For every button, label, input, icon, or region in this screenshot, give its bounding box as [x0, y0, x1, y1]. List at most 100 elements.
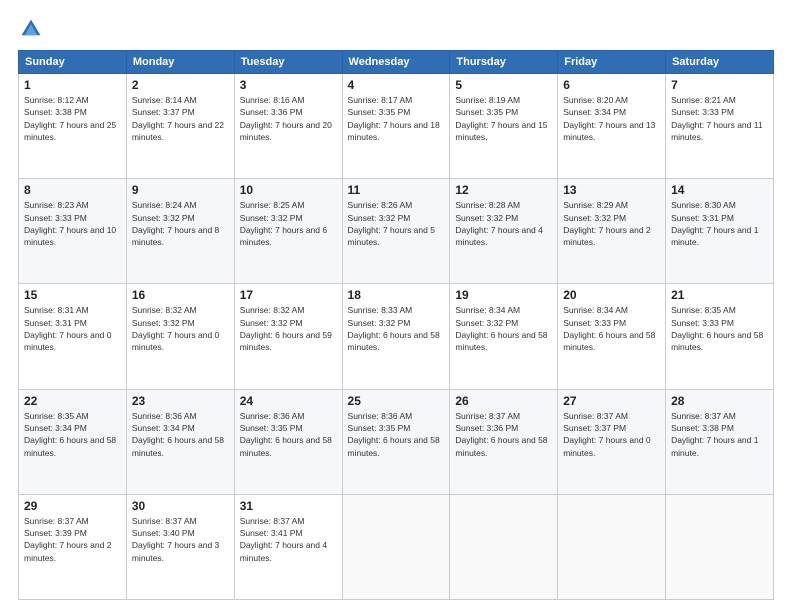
calendar-week-row: 15 Sunrise: 8:31 AMSunset: 3:31 PMDayligh… — [19, 284, 774, 389]
calendar-day-cell: 2 Sunrise: 8:14 AMSunset: 3:37 PMDaylight… — [126, 74, 234, 179]
calendar-day-cell: 11Sunrise: 8:26 AMSunset: 3:32 PMDayligh… — [342, 179, 450, 284]
day-detail: Sunrise: 8:37 AMSunset: 3:41 PMDaylight:… — [240, 515, 337, 564]
calendar-day-cell: 7 Sunrise: 8:21 AMSunset: 3:33 PMDaylight… — [666, 74, 774, 179]
calendar-day-cell: 28Sunrise: 8:37 AMSunset: 3:38 PMDayligh… — [666, 389, 774, 494]
day-detail: Sunrise: 8:34 AMSunset: 3:32 PMDaylight:… — [455, 304, 552, 353]
day-detail: Sunrise: 8:20 AMSunset: 3:34 PMDaylight:… — [563, 94, 660, 143]
day-detail: Sunrise: 8:31 AMSunset: 3:31 PMDaylight:… — [24, 304, 121, 353]
day-number: 20 — [563, 288, 660, 302]
day-number: 18 — [348, 288, 445, 302]
day-of-week-header: Tuesday — [234, 51, 342, 74]
day-detail: Sunrise: 8:30 AMSunset: 3:31 PMDaylight:… — [671, 199, 768, 248]
day-detail: Sunrise: 8:12 AMSunset: 3:38 PMDaylight:… — [24, 94, 121, 143]
day-detail: Sunrise: 8:37 AMSunset: 3:37 PMDaylight:… — [563, 410, 660, 459]
calendar-day-cell: 8 Sunrise: 8:23 AMSunset: 3:33 PMDaylight… — [19, 179, 127, 284]
calendar-week-row: 29 Sunrise: 8:37 AMSunset: 3:39 PMDayligh… — [19, 494, 774, 599]
day-number: 31 — [240, 499, 337, 513]
day-detail: Sunrise: 8:32 AMSunset: 3:32 PMDaylight:… — [132, 304, 229, 353]
day-number: 2 — [132, 78, 229, 92]
day-number: 9 — [132, 183, 229, 197]
calendar-day-cell: 19Sunrise: 8:34 AMSunset: 3:32 PMDayligh… — [450, 284, 558, 389]
day-number: 1 — [24, 78, 121, 92]
day-detail: Sunrise: 8:36 AMSunset: 3:35 PMDaylight:… — [240, 410, 337, 459]
day-detail: Sunrise: 8:37 AMSunset: 3:39 PMDaylight:… — [24, 515, 121, 564]
calendar-day-cell: 3 Sunrise: 8:16 AMSunset: 3:36 PMDaylight… — [234, 74, 342, 179]
day-detail: Sunrise: 8:24 AMSunset: 3:32 PMDaylight:… — [132, 199, 229, 248]
calendar-day-cell — [558, 494, 666, 599]
day-number: 23 — [132, 394, 229, 408]
calendar-day-cell: 4Sunrise: 8:17 AMSunset: 3:35 PMDaylight… — [342, 74, 450, 179]
calendar-header-row: SundayMondayTuesdayWednesdayThursdayFrid… — [19, 51, 774, 74]
calendar-day-cell — [342, 494, 450, 599]
day-number: 24 — [240, 394, 337, 408]
calendar-day-cell: 27Sunrise: 8:37 AMSunset: 3:37 PMDayligh… — [558, 389, 666, 494]
calendar-week-row: 22 Sunrise: 8:35 AMSunset: 3:34 PMDayligh… — [19, 389, 774, 494]
calendar-day-cell: 13 Sunrise: 8:29 AMSunset: 3:32 PMDayligh… — [558, 179, 666, 284]
day-of-week-header: Thursday — [450, 51, 558, 74]
day-of-week-header: Wednesday — [342, 51, 450, 74]
day-detail: Sunrise: 8:16 AMSunset: 3:36 PMDaylight:… — [240, 94, 337, 143]
day-detail: Sunrise: 8:28 AMSunset: 3:32 PMDaylight:… — [455, 199, 552, 248]
day-number: 16 — [132, 288, 229, 302]
day-number: 7 — [671, 78, 768, 92]
day-number: 29 — [24, 499, 121, 513]
day-number: 17 — [240, 288, 337, 302]
day-detail: Sunrise: 8:36 AMSunset: 3:35 PMDaylight:… — [348, 410, 445, 459]
header — [18, 18, 774, 40]
day-number: 14 — [671, 183, 768, 197]
day-detail: Sunrise: 8:26 AMSunset: 3:32 PMDaylight:… — [348, 199, 445, 248]
day-detail: Sunrise: 8:21 AMSunset: 3:33 PMDaylight:… — [671, 94, 768, 143]
logo-icon — [20, 18, 42, 40]
day-detail: Sunrise: 8:33 AMSunset: 3:32 PMDaylight:… — [348, 304, 445, 353]
calendar-day-cell: 9 Sunrise: 8:24 AMSunset: 3:32 PMDaylight… — [126, 179, 234, 284]
calendar-day-cell: 1 Sunrise: 8:12 AMSunset: 3:38 PMDaylight… — [19, 74, 127, 179]
day-number: 12 — [455, 183, 552, 197]
calendar-day-cell: 20 Sunrise: 8:34 AMSunset: 3:33 PMDayligh… — [558, 284, 666, 389]
day-detail: Sunrise: 8:37 AMSunset: 3:36 PMDaylight:… — [455, 410, 552, 459]
calendar-week-row: 1 Sunrise: 8:12 AMSunset: 3:38 PMDaylight… — [19, 74, 774, 179]
calendar-day-cell: 10Sunrise: 8:25 AMSunset: 3:32 PMDayligh… — [234, 179, 342, 284]
calendar-day-cell: 6 Sunrise: 8:20 AMSunset: 3:34 PMDaylight… — [558, 74, 666, 179]
day-detail: Sunrise: 8:35 AMSunset: 3:34 PMDaylight:… — [24, 410, 121, 459]
day-number: 6 — [563, 78, 660, 92]
day-number: 21 — [671, 288, 768, 302]
logo — [18, 18, 42, 40]
calendar-page: SundayMondayTuesdayWednesdayThursdayFrid… — [0, 0, 792, 612]
day-detail: Sunrise: 8:34 AMSunset: 3:33 PMDaylight:… — [563, 304, 660, 353]
day-detail: Sunrise: 8:37 AMSunset: 3:38 PMDaylight:… — [671, 410, 768, 459]
calendar-day-cell: 21Sunrise: 8:35 AMSunset: 3:33 PMDayligh… — [666, 284, 774, 389]
calendar-day-cell: 15 Sunrise: 8:31 AMSunset: 3:31 PMDayligh… — [19, 284, 127, 389]
calendar-day-cell: 5 Sunrise: 8:19 AMSunset: 3:35 PMDaylight… — [450, 74, 558, 179]
day-detail: Sunrise: 8:23 AMSunset: 3:33 PMDaylight:… — [24, 199, 121, 248]
calendar-day-cell: 22 Sunrise: 8:35 AMSunset: 3:34 PMDayligh… — [19, 389, 127, 494]
day-number: 3 — [240, 78, 337, 92]
calendar-day-cell: 23 Sunrise: 8:36 AMSunset: 3:34 PMDayligh… — [126, 389, 234, 494]
day-of-week-header: Monday — [126, 51, 234, 74]
day-detail: Sunrise: 8:19 AMSunset: 3:35 PMDaylight:… — [455, 94, 552, 143]
day-detail: Sunrise: 8:37 AMSunset: 3:40 PMDaylight:… — [132, 515, 229, 564]
day-detail: Sunrise: 8:29 AMSunset: 3:32 PMDaylight:… — [563, 199, 660, 248]
calendar-day-cell — [450, 494, 558, 599]
day-of-week-header: Sunday — [19, 51, 127, 74]
calendar-day-cell: 24 Sunrise: 8:36 AMSunset: 3:35 PMDayligh… — [234, 389, 342, 494]
calendar-day-cell: 18 Sunrise: 8:33 AMSunset: 3:32 PMDayligh… — [342, 284, 450, 389]
day-number: 13 — [563, 183, 660, 197]
calendar-day-cell: 14 Sunrise: 8:30 AMSunset: 3:31 PMDayligh… — [666, 179, 774, 284]
calendar-day-cell: 25 Sunrise: 8:36 AMSunset: 3:35 PMDayligh… — [342, 389, 450, 494]
day-detail: Sunrise: 8:36 AMSunset: 3:34 PMDaylight:… — [132, 410, 229, 459]
day-number: 30 — [132, 499, 229, 513]
day-number: 15 — [24, 288, 121, 302]
calendar-table: SundayMondayTuesdayWednesdayThursdayFrid… — [18, 50, 774, 600]
day-number: 22 — [24, 394, 121, 408]
calendar-day-cell: 12 Sunrise: 8:28 AMSunset: 3:32 PMDayligh… — [450, 179, 558, 284]
calendar-day-cell: 30 Sunrise: 8:37 AMSunset: 3:40 PMDayligh… — [126, 494, 234, 599]
calendar-day-cell: 31 Sunrise: 8:37 AMSunset: 3:41 PMDayligh… — [234, 494, 342, 599]
day-number: 26 — [455, 394, 552, 408]
day-number: 25 — [348, 394, 445, 408]
day-detail: Sunrise: 8:14 AMSunset: 3:37 PMDaylight:… — [132, 94, 229, 143]
day-of-week-header: Friday — [558, 51, 666, 74]
day-number: 5 — [455, 78, 552, 92]
calendar-day-cell: 17Sunrise: 8:32 AMSunset: 3:32 PMDayligh… — [234, 284, 342, 389]
calendar-day-cell: 29 Sunrise: 8:37 AMSunset: 3:39 PMDayligh… — [19, 494, 127, 599]
day-number: 8 — [24, 183, 121, 197]
